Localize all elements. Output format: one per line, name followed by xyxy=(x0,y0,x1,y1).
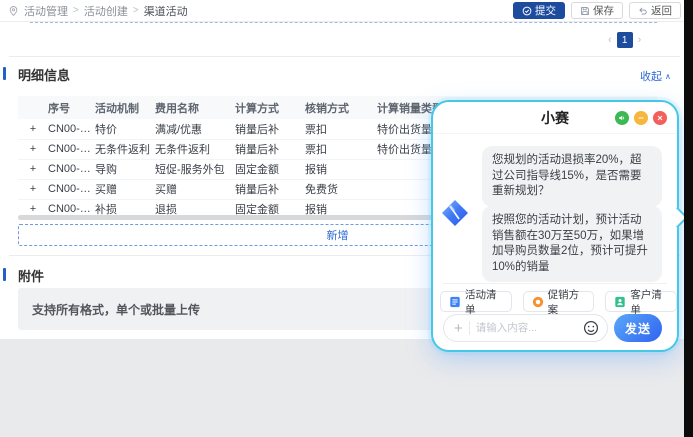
topbar-actions: 提交 保存 返回 xyxy=(513,2,681,19)
back-button[interactable]: 返回 xyxy=(629,2,681,19)
cell-fee: 短促-服务外包 xyxy=(155,159,235,179)
cell-calc: 销量后补 xyxy=(235,139,305,159)
row-expand-icon[interactable]: + xyxy=(18,139,48,159)
top-bar: 活动管理 > 活动创建 > 渠道活动 提交 保存 xyxy=(0,0,684,22)
dashed-section-border xyxy=(30,22,657,23)
chat-input-pill: + xyxy=(443,314,608,342)
cell-fee: 买赠 xyxy=(155,179,235,199)
submit-button-label: 提交 xyxy=(535,3,556,18)
collapse-link[interactable]: 收起 ∧ xyxy=(640,68,671,84)
table-header-seq: 序号 xyxy=(48,96,95,119)
chevron-up-icon: ∧ xyxy=(665,72,671,81)
cell-calc: 销量后补 xyxy=(235,179,305,199)
breadcrumb-item-channel-activity: 渠道活动 xyxy=(144,3,188,19)
cell-calc: 固定金额 xyxy=(235,159,305,179)
breadcrumb-separator: > xyxy=(73,5,79,16)
collapse-link-label: 收起 xyxy=(640,68,662,84)
assistant-avatar xyxy=(440,198,470,228)
cell-mechanism: 无条件返利 xyxy=(95,139,155,159)
add-attachment-icon[interactable]: + xyxy=(454,321,463,336)
chip-label: 活动清单 xyxy=(465,287,503,317)
table-header-mechanism: 活动机制 xyxy=(95,96,155,119)
pagination-prev-icon[interactable]: ‹ xyxy=(608,34,612,46)
cell-verify: 票扣 xyxy=(305,139,377,159)
close-button[interactable] xyxy=(653,111,667,125)
undo-arrow-icon xyxy=(638,6,648,16)
cell-verify: 报销 xyxy=(305,159,377,179)
chip-label: 客户清单 xyxy=(630,287,668,317)
cell-verify: 免费货 xyxy=(305,179,377,199)
section-divider xyxy=(9,56,680,57)
attachment-section-title: 附件 xyxy=(18,266,44,285)
send-button[interactable]: 发送 xyxy=(614,314,662,342)
minimize-button[interactable] xyxy=(634,111,648,125)
table-header-expand xyxy=(18,96,48,119)
cell-calc: 销量后补 xyxy=(235,119,305,139)
pagination-current-page[interactable]: 1 xyxy=(617,32,633,48)
chat-divider xyxy=(443,283,667,284)
assistant-message: 您规划的活动退损率20%，超过公司指导线15%，是否需要重新规划？ xyxy=(482,146,662,207)
chat-window-controls xyxy=(615,111,667,125)
input-divider xyxy=(469,321,470,335)
chat-message-input[interactable] xyxy=(476,322,577,334)
cell-mechanism: 导购 xyxy=(95,159,155,179)
page-background xyxy=(0,339,684,437)
row-expand-icon[interactable]: + xyxy=(18,179,48,199)
upload-hint-text: 支持所有格式，单个或批量上传 xyxy=(32,301,200,318)
quick-action-chips: 活动清单 促销方案 客户清单 xyxy=(440,291,677,312)
detail-section-title: 明细信息 xyxy=(18,65,70,84)
chip-label: 促销方案 xyxy=(548,287,586,317)
submit-button[interactable]: 提交 xyxy=(513,2,565,19)
cell-mechanism: 买赠 xyxy=(95,179,155,199)
cell-seq: CN00-2... xyxy=(48,159,95,179)
back-button-label: 返回 xyxy=(651,3,672,18)
cell-seq: CN00-2... xyxy=(48,119,95,139)
cell-fee: 无条件返利 xyxy=(155,139,235,159)
breadcrumb-separator: > xyxy=(133,5,139,16)
section-accent-bar xyxy=(3,268,6,281)
screen-edge-strip xyxy=(684,0,693,437)
pagination-next-icon[interactable]: › xyxy=(638,34,642,46)
voice-button[interactable] xyxy=(615,111,629,125)
check-circle-icon xyxy=(522,6,532,16)
breadcrumb-item-activity-management[interactable]: 活动管理 xyxy=(24,3,68,19)
chip-promo-plan[interactable]: 促销方案 xyxy=(523,291,595,312)
app-window: 活动管理 > 活动创建 > 渠道活动 提交 保存 xyxy=(0,0,693,437)
assistant-message: 按照您的活动计划，预计活动销售额在30万至50万，如果增加导购员数量2位，预计可… xyxy=(482,206,662,282)
emoji-smiley-icon[interactable] xyxy=(583,320,599,336)
chip-customer-list[interactable]: 客户清单 xyxy=(605,291,677,312)
customer-icon xyxy=(614,296,626,308)
add-row-label: 新增 xyxy=(327,227,349,243)
row-expand-icon[interactable]: + xyxy=(18,159,48,179)
breadcrumb-item-activity-create[interactable]: 活动创建 xyxy=(84,3,128,19)
row-expand-icon[interactable]: + xyxy=(18,119,48,139)
cell-seq: CN00-2... xyxy=(48,139,95,159)
table-header-verify: 核销方式 xyxy=(305,96,377,119)
chat-title: 小赛 xyxy=(541,108,569,128)
chat-input-row: + 发送 xyxy=(443,314,662,342)
cell-verify: 票扣 xyxy=(305,119,377,139)
section-accent-bar xyxy=(3,67,6,80)
floppy-save-icon xyxy=(580,6,590,16)
chip-activity-list[interactable]: 活动清单 xyxy=(440,291,512,312)
table-header-fee: 费用名称 xyxy=(155,96,235,119)
document-icon xyxy=(449,296,461,308)
assistant-chat-panel: 小赛 您规划的活动退损率20%，超过公司指导线15%，是否需要重新规划？ xyxy=(431,100,679,352)
pagination: ‹ 1 › xyxy=(608,32,641,48)
cell-seq: CN00-2... xyxy=(48,179,95,199)
table-header-calc: 计算方式 xyxy=(235,96,305,119)
cell-mechanism: 特价 xyxy=(95,119,155,139)
save-button-label: 保存 xyxy=(593,3,614,18)
cell-fee: 满减/优惠 xyxy=(155,119,235,139)
promo-icon xyxy=(532,296,544,308)
location-pin-icon xyxy=(8,5,19,17)
breadcrumb: 活动管理 > 活动创建 > 渠道活动 xyxy=(0,3,188,19)
chat-header: 小赛 xyxy=(433,102,677,134)
save-button[interactable]: 保存 xyxy=(571,2,623,19)
